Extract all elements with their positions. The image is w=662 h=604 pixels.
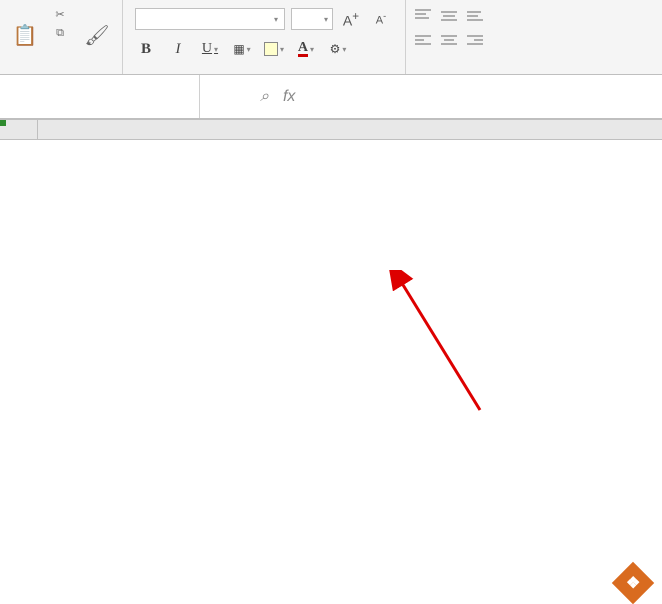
- align-left-icon: [414, 34, 432, 48]
- align-bottom-icon: [466, 8, 484, 22]
- fill-color-icon: [264, 42, 278, 56]
- formula-zone: ⌕ fx: [200, 88, 295, 106]
- format-painter-button[interactable]: 🖌: [76, 6, 118, 68]
- align-center-button[interactable]: [440, 34, 462, 52]
- ribbon-group-align: [406, 0, 496, 74]
- align-top-button[interactable]: [414, 8, 436, 26]
- cut-button[interactable]: ✂: [48, 6, 76, 23]
- ribbon-group-clipboard: 📋 ✂ ⧉ 🖌: [0, 0, 123, 74]
- underline-button[interactable]: U▾: [199, 38, 221, 60]
- settings-button[interactable]: ⚙▾: [327, 38, 349, 60]
- bold-button[interactable]: B: [135, 38, 157, 60]
- chevron-down-icon: ▾: [342, 45, 346, 54]
- italic-button[interactable]: I: [167, 38, 189, 60]
- copy-button[interactable]: ⧉: [48, 25, 76, 42]
- align-middle-button[interactable]: [440, 8, 462, 26]
- chevron-down-icon: ▾: [247, 45, 251, 54]
- chevron-down-icon: ▾: [214, 45, 218, 54]
- chevron-down-icon: ▾: [280, 45, 284, 54]
- office-badge-icon: ❖: [626, 573, 640, 593]
- select-all-corner[interactable]: [0, 120, 38, 140]
- font-color-icon: A: [298, 42, 308, 57]
- align-left-button[interactable]: [414, 34, 436, 52]
- chevron-down-icon: ▾: [324, 15, 328, 24]
- chevron-down-icon: ▾: [310, 45, 314, 54]
- format-painter-icon: 🖌: [84, 23, 109, 48]
- font-size-select[interactable]: ▾: [291, 8, 333, 30]
- border-icon: ▦: [233, 42, 244, 57]
- column-headers: [38, 120, 662, 140]
- watermark-badge: ❖: [612, 562, 654, 604]
- align-center-icon: [440, 34, 458, 48]
- align-middle-icon: [440, 8, 458, 22]
- font-color-button[interactable]: A▾: [295, 38, 317, 60]
- chevron-down-icon: ▾: [274, 15, 278, 24]
- red-arrow-annotation: [380, 270, 580, 470]
- fx-icon[interactable]: fx: [283, 88, 295, 106]
- align-top-icon: [414, 8, 432, 22]
- watermark: ❖: [618, 568, 654, 598]
- copy-icon: ⧉: [52, 27, 68, 40]
- name-box[interactable]: [0, 75, 200, 118]
- font-name-select[interactable]: ▾: [135, 8, 285, 30]
- paste-icon: 📋: [13, 23, 38, 48]
- ribbon-group-font: ▾ ▾ A+ A- B I U▾ ▦▾ ▾ A▾ ⚙▾: [123, 0, 406, 74]
- name-formula-bar: ⌕ fx: [0, 75, 662, 120]
- align-right-button[interactable]: [466, 34, 488, 52]
- shrink-font-icon: A-: [376, 11, 386, 27]
- align-bottom-button[interactable]: [466, 8, 488, 26]
- clipboard-small-stack: ✂ ⧉: [48, 6, 76, 42]
- grow-font-icon: A+: [343, 10, 359, 29]
- grow-font-button[interactable]: A+: [339, 8, 363, 30]
- align-right-icon: [466, 34, 484, 48]
- fill-color-button[interactable]: ▾: [263, 38, 285, 60]
- border-button[interactable]: ▦▾: [231, 38, 253, 60]
- ribbon: 📋 ✂ ⧉ 🖌 ▾: [0, 0, 662, 75]
- shrink-font-button[interactable]: A-: [369, 8, 393, 30]
- paste-button[interactable]: 📋: [4, 6, 46, 68]
- search-icon[interactable]: ⌕: [260, 88, 269, 106]
- scissors-icon: ✂: [52, 8, 68, 21]
- gear-icon: ⚙: [330, 42, 341, 57]
